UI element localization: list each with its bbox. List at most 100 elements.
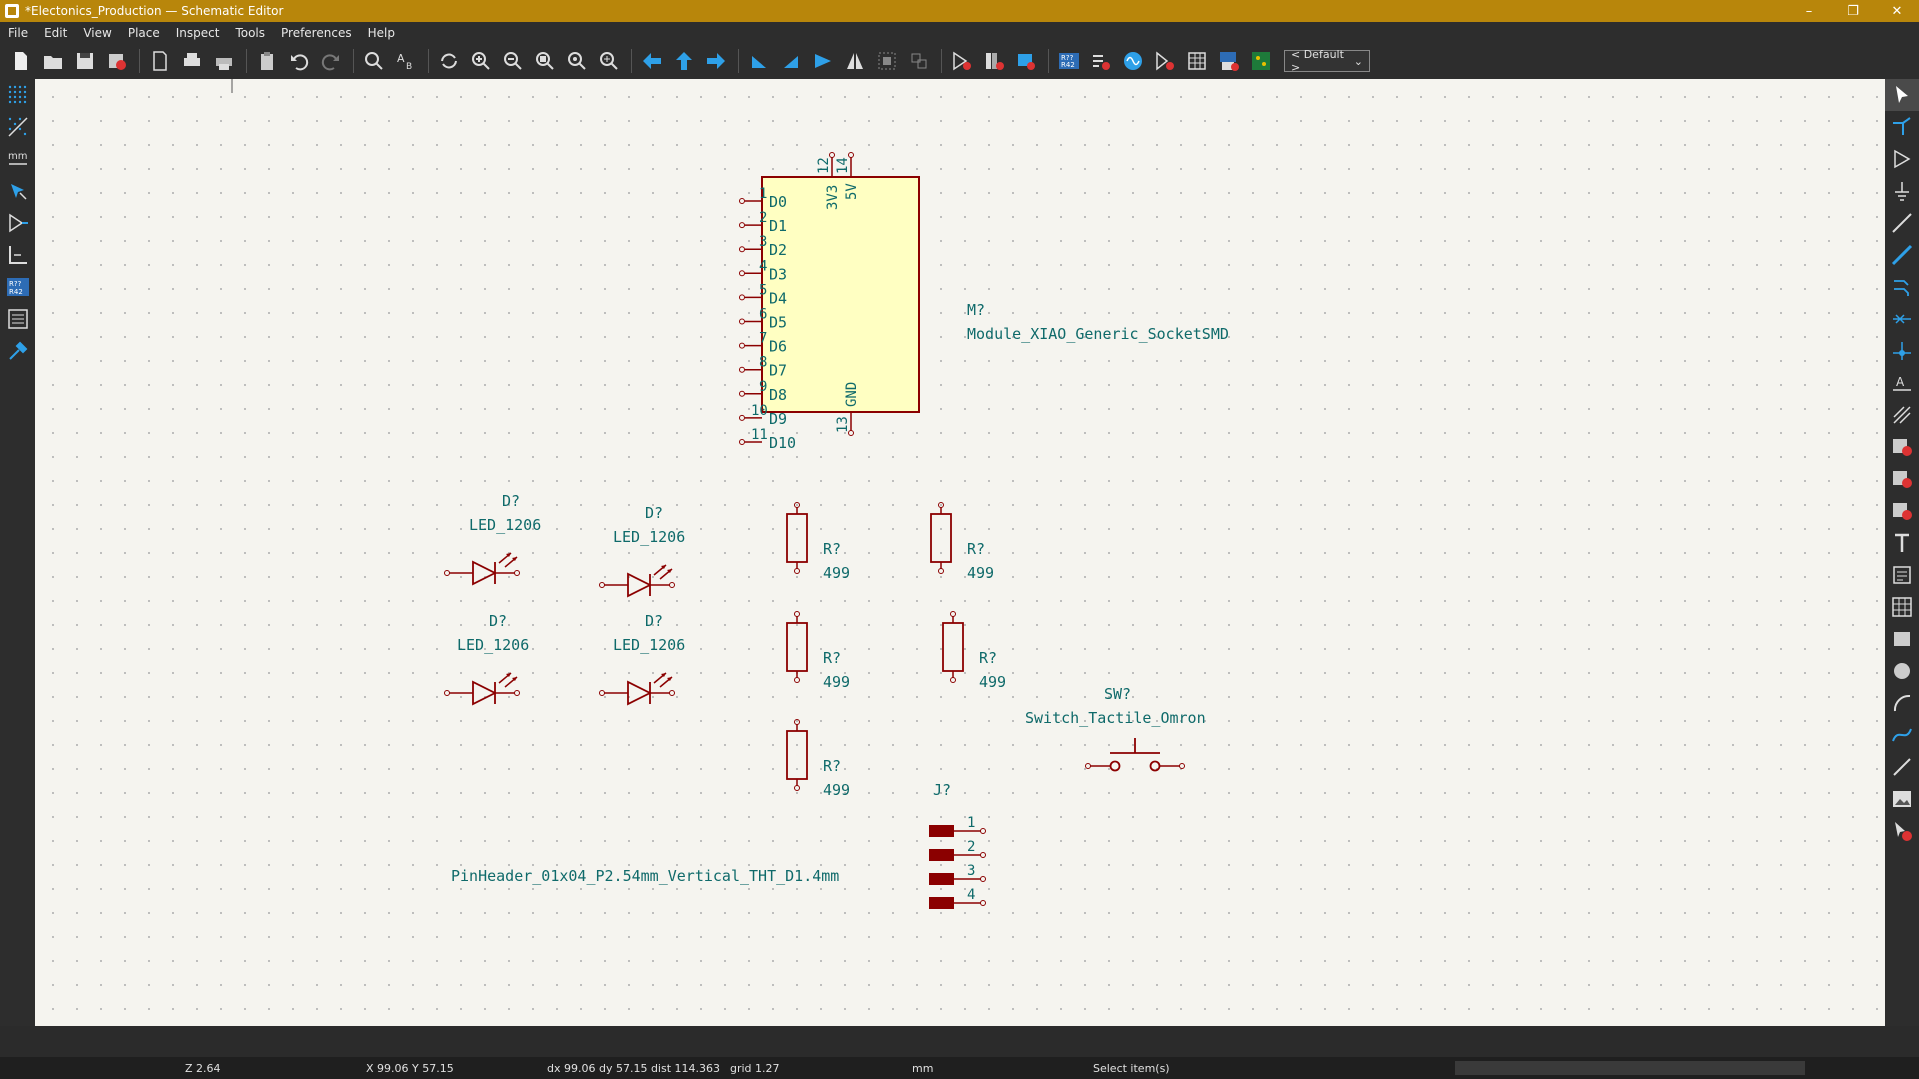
- switch-ref[interactable]: SW?: [1104, 685, 1131, 703]
- module-pin-endpoint[interactable]: [739, 414, 745, 421]
- add-table-icon[interactable]: [1885, 591, 1919, 623]
- module-pin-endpoint[interactable]: [739, 318, 745, 325]
- module-pin-endpoint[interactable]: [739, 342, 745, 349]
- navigate-up-icon[interactable]: [669, 46, 699, 76]
- rotate-cw-icon[interactable]: [776, 46, 806, 76]
- erc-icon[interactable]: [1086, 46, 1116, 76]
- add-bus-entry-icon[interactable]: [1885, 271, 1919, 303]
- led-4-ref[interactable]: D?: [645, 612, 663, 630]
- menu-inspect[interactable]: Inspect: [168, 26, 228, 40]
- switch-value[interactable]: Switch_Tactile_Omron: [1025, 709, 1206, 727]
- led-1-value[interactable]: LED_1206: [469, 516, 541, 534]
- resistor-symbol[interactable]: [786, 611, 808, 683]
- zoom-fit-icon[interactable]: [530, 46, 560, 76]
- hidden-pins-icon[interactable]: [0, 207, 35, 239]
- resistor-4-value[interactable]: 499: [979, 673, 1006, 691]
- menu-help[interactable]: Help: [360, 26, 403, 40]
- save-icon[interactable]: [70, 46, 100, 76]
- navigate-forward-icon[interactable]: [701, 46, 731, 76]
- module-ref[interactable]: M?: [967, 301, 985, 319]
- add-rectangle-icon[interactable]: [1885, 623, 1919, 655]
- resistor-symbol[interactable]: [786, 502, 808, 574]
- line-angle-icon[interactable]: [0, 239, 35, 271]
- find-icon[interactable]: [359, 46, 389, 76]
- properties-panel-icon[interactable]: [0, 335, 35, 367]
- led-2-value[interactable]: LED_1206: [613, 528, 685, 546]
- highlight-net-icon[interactable]: [1885, 111, 1919, 143]
- bom-icon[interactable]: [1214, 46, 1244, 76]
- grid-toggle-icon[interactable]: [0, 79, 35, 111]
- add-text-icon[interactable]: [1885, 527, 1919, 559]
- module-pin-endpoint[interactable]: [739, 222, 745, 229]
- find-replace-icon[interactable]: AB: [391, 46, 421, 76]
- open-folder-icon[interactable]: [38, 46, 68, 76]
- module-value[interactable]: Module_XIAO_Generic_SocketSMD: [967, 325, 1229, 343]
- symbol-editor-icon[interactable]: [947, 46, 977, 76]
- resistor-3-value[interactable]: 499: [823, 673, 850, 691]
- led-3-value[interactable]: LED_1206: [457, 636, 529, 654]
- menu-edit[interactable]: Edit: [36, 26, 75, 40]
- resistor-5-value[interactable]: 499: [823, 781, 850, 799]
- mirror-vertical-icon[interactable]: [808, 46, 838, 76]
- header-ref[interactable]: J?: [933, 781, 951, 799]
- resistor-1-ref[interactable]: R?: [823, 540, 841, 558]
- led-symbol[interactable]: [444, 672, 520, 706]
- module-pin-endpoint[interactable]: [739, 246, 745, 253]
- print-icon[interactable]: [177, 46, 207, 76]
- delete-tool-icon[interactable]: [1885, 815, 1919, 847]
- add-wire-icon[interactable]: [1885, 207, 1919, 239]
- resistor-1-value[interactable]: 499: [823, 564, 850, 582]
- module-pin-endpoint[interactable]: [739, 366, 745, 373]
- led-symbol[interactable]: [599, 564, 675, 598]
- led-symbol[interactable]: [599, 672, 675, 706]
- module-pin-endpoint[interactable]: [739, 390, 745, 397]
- resistor-symbol[interactable]: [930, 502, 952, 574]
- add-bus-icon[interactable]: [1885, 239, 1919, 271]
- schematic-canvas[interactable]: 1 D0 2 D1 3 D2 4 D3 5 D4 6 D5 7 D6 8 D7 9 D8 10 D9 11 D10 12 …: [35, 79, 1885, 1026]
- add-textbox-icon[interactable]: [1885, 559, 1919, 591]
- menu-place[interactable]: Place: [120, 26, 168, 40]
- mirror-horizontal-icon[interactable]: [840, 46, 870, 76]
- module-pin-endpoint[interactable]: [739, 198, 745, 204]
- add-power-icon[interactable]: [1885, 175, 1919, 207]
- menu-file[interactable]: File: [0, 26, 36, 40]
- add-line-icon[interactable]: [1885, 751, 1919, 783]
- add-sheet-pin-icon[interactable]: [1885, 495, 1919, 527]
- header-value[interactable]: PinHeader_01x04_P2.54mm_Vertical_THT_D1.…: [451, 867, 839, 885]
- resistor-3-ref[interactable]: R?: [823, 649, 841, 667]
- led-1-ref[interactable]: D?: [502, 492, 520, 510]
- led-symbol[interactable]: [444, 552, 520, 586]
- resistor-symbol[interactable]: [786, 719, 808, 791]
- led-3-ref[interactable]: D?: [489, 612, 507, 630]
- assign-footprints-icon[interactable]: [1150, 46, 1180, 76]
- add-hierarchical-label-icon[interactable]: [1885, 463, 1919, 495]
- redo-icon[interactable]: [316, 46, 346, 76]
- undo-icon[interactable]: [284, 46, 314, 76]
- open-pcb-icon[interactable]: [1246, 46, 1276, 76]
- units-mm-icon[interactable]: mm: [0, 143, 35, 175]
- group-icon[interactable]: [872, 46, 902, 76]
- module-pin-endpoint[interactable]: [739, 294, 745, 301]
- module-pin-endpoint[interactable]: [739, 270, 745, 277]
- menu-tools[interactable]: Tools: [227, 26, 273, 40]
- resistor-2-ref[interactable]: R?: [967, 540, 985, 558]
- navigate-back-icon[interactable]: [637, 46, 667, 76]
- resistor-5-ref[interactable]: R?: [823, 757, 841, 775]
- resistor-4-ref[interactable]: R?: [979, 649, 997, 667]
- add-arc-icon[interactable]: [1885, 687, 1919, 719]
- add-symbol-icon[interactable]: [1885, 143, 1919, 175]
- zoom-in-icon[interactable]: [466, 46, 496, 76]
- hierarchy-navigator-icon[interactable]: [0, 303, 35, 335]
- symbol-fields-table-icon[interactable]: [1182, 46, 1212, 76]
- ungroup-icon[interactable]: [904, 46, 934, 76]
- simulator-icon[interactable]: [1118, 46, 1148, 76]
- select-tool-icon[interactable]: [1885, 79, 1919, 111]
- annotate-icon[interactable]: R?? R42: [1054, 46, 1084, 76]
- add-circle-icon[interactable]: [1885, 655, 1919, 687]
- annotation-mode-icon[interactable]: R?? R42: [0, 271, 35, 303]
- close-button[interactable]: ✕: [1875, 0, 1919, 22]
- resistor-2-value[interactable]: 499: [967, 564, 994, 582]
- rotate-ccw-icon[interactable]: [744, 46, 774, 76]
- add-bezier-icon[interactable]: [1885, 719, 1919, 751]
- footprint-editor-icon[interactable]: [1011, 46, 1041, 76]
